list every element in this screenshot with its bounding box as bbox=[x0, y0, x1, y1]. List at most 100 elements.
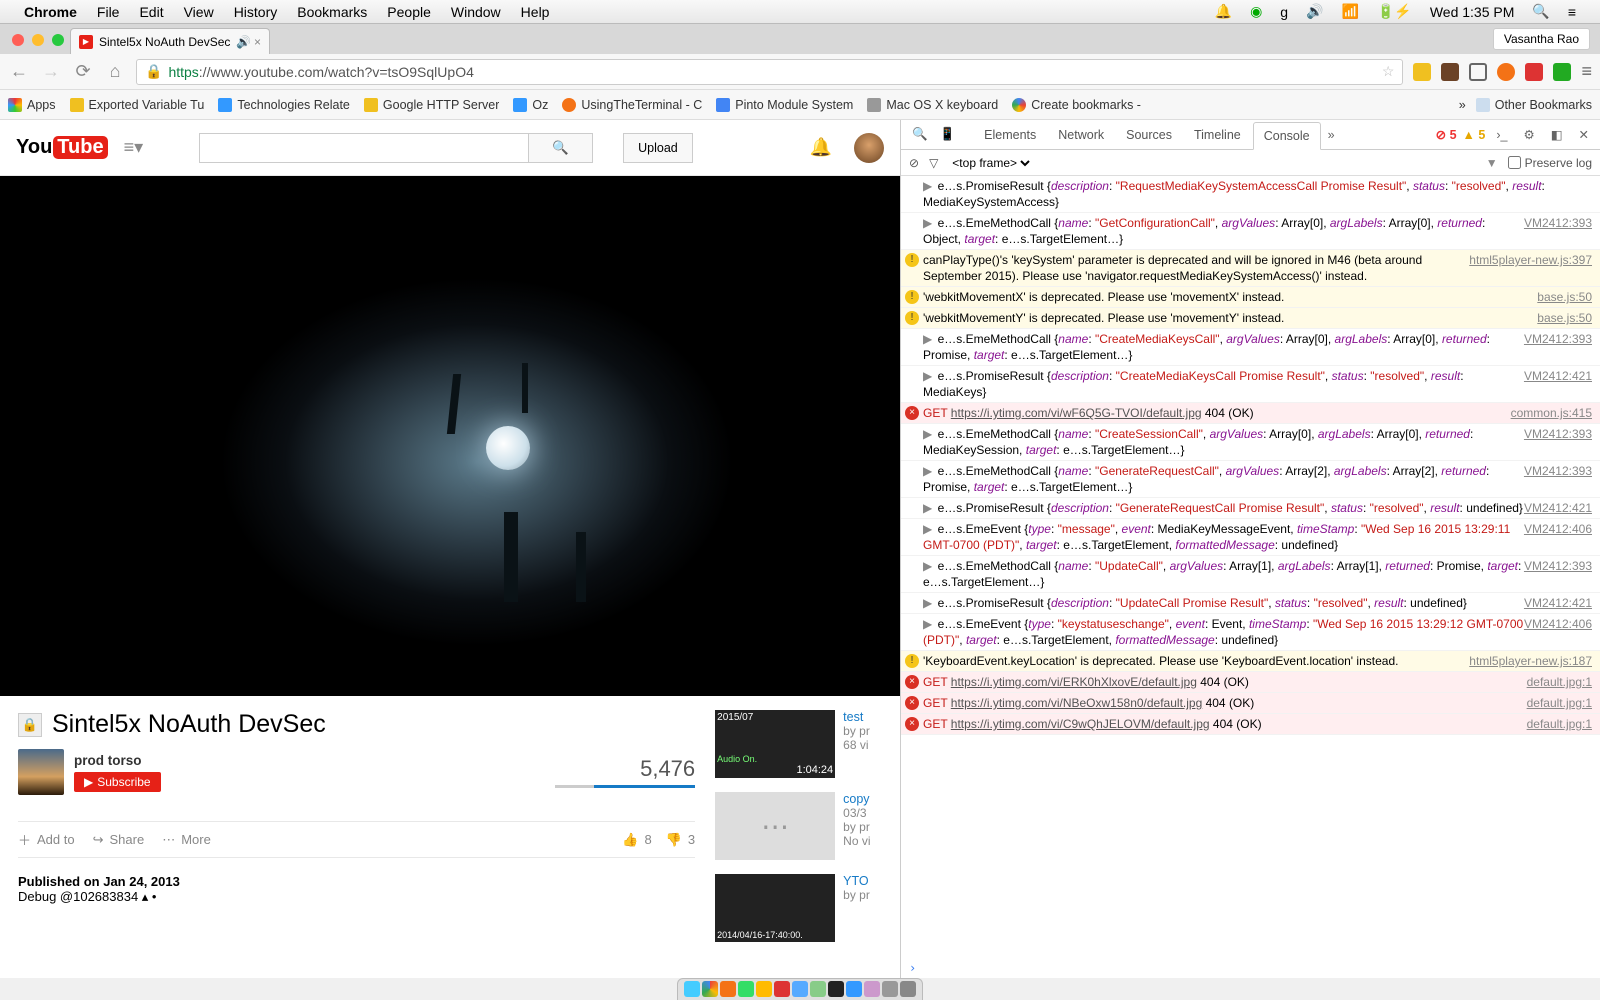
dock-app-icon[interactable] bbox=[684, 981, 700, 997]
console-row[interactable]: !base.js:50'webkitMovementY' is deprecat… bbox=[901, 308, 1600, 329]
console-row[interactable]: !html5player-new.js:397canPlayType()'s '… bbox=[901, 250, 1600, 287]
bookmark-item[interactable]: Exported Variable Tu bbox=[70, 98, 205, 112]
source-link[interactable]: common.js:415 bbox=[1511, 405, 1592, 421]
source-link[interactable]: default.jpg:1 bbox=[1527, 674, 1592, 690]
dock-icon[interactable]: ◧ bbox=[1546, 127, 1568, 142]
reco-item[interactable]: 2015/07 Audio On. 1:04:24 test by pr 68 … bbox=[715, 710, 882, 778]
spotlight-icon[interactable]: 🔍 bbox=[1532, 3, 1549, 20]
macos-dock[interactable] bbox=[0, 978, 1600, 1000]
console-row[interactable]: VM2412:406▶ e…s.EmeEvent {type: "keystat… bbox=[901, 614, 1600, 651]
dock-app-icon[interactable] bbox=[756, 981, 772, 997]
source-link[interactable]: default.jpg:1 bbox=[1527, 716, 1592, 732]
bell-icon[interactable]: 🔔 bbox=[810, 137, 832, 158]
close-devtools-icon[interactable]: ✕ bbox=[1574, 127, 1594, 142]
dock-app-icon[interactable] bbox=[774, 981, 790, 997]
dock-app-icon[interactable] bbox=[864, 981, 880, 997]
filter-icon[interactable]: ▽ bbox=[929, 156, 938, 170]
like-button[interactable]: 👍8 bbox=[622, 832, 651, 848]
guide-icon[interactable]: ≡▾ bbox=[124, 137, 144, 158]
console-row[interactable]: ×default.jpg:1GET https://i.ytimg.com/vi… bbox=[901, 693, 1600, 714]
dock-app-icon[interactable] bbox=[792, 981, 808, 997]
bookmark-item[interactable]: Create bookmarks - bbox=[1012, 98, 1141, 112]
close-window-icon[interactable] bbox=[12, 34, 24, 46]
console-row[interactable]: VM2412:421▶ e…s.PromiseResult {descripti… bbox=[901, 498, 1600, 519]
source-link[interactable]: VM2412:421 bbox=[1524, 500, 1592, 516]
source-link[interactable]: VM2412:393 bbox=[1524, 463, 1592, 479]
dock-app-icon[interactable] bbox=[828, 981, 844, 997]
youtube-logo[interactable]: YouTube bbox=[16, 136, 108, 159]
console-row[interactable]: VM2412:393▶ e…s.EmeMethodCall {name: "Ge… bbox=[901, 461, 1600, 498]
browser-tab[interactable]: ▶ Sintel5x NoAuth DevSec 🔊 × bbox=[70, 28, 270, 54]
video-player[interactable] bbox=[0, 176, 900, 696]
more-button[interactable]: ⋯More bbox=[162, 832, 211, 848]
dock-app-icon[interactable] bbox=[738, 981, 754, 997]
volume-icon[interactable]: 🔊 bbox=[1306, 3, 1323, 20]
omnibox[interactable]: 🔒 https://www.youtube.com/watch?v=tsO9Sq… bbox=[136, 59, 1403, 85]
source-link[interactable]: VM2412:393 bbox=[1524, 426, 1592, 442]
notification-icon[interactable]: 🔔 bbox=[1215, 3, 1232, 20]
tab-elements[interactable]: Elements bbox=[974, 122, 1046, 148]
menu-help[interactable]: Help bbox=[521, 4, 550, 20]
console-row[interactable]: ×default.jpg:1GET https://i.ytimg.com/vi… bbox=[901, 672, 1600, 693]
console-row[interactable]: VM2412:393▶ e…s.EmeMethodCall {name: "Ge… bbox=[901, 213, 1600, 250]
dock-app-icon[interactable] bbox=[702, 981, 718, 997]
console-row[interactable]: VM2412:393▶ e…s.EmeMethodCall {name: "Cr… bbox=[901, 329, 1600, 366]
clear-console-icon[interactable]: ⊘ bbox=[909, 156, 919, 170]
google-icon[interactable]: g bbox=[1280, 4, 1288, 20]
ext-icon[interactable] bbox=[1441, 63, 1459, 81]
ext-icon[interactable] bbox=[1525, 63, 1543, 81]
source-link[interactable]: VM2412:421 bbox=[1524, 368, 1592, 384]
source-link[interactable]: VM2412:393 bbox=[1524, 558, 1592, 574]
maximize-window-icon[interactable] bbox=[52, 34, 64, 46]
app-menu[interactable]: Chrome bbox=[24, 4, 77, 20]
inspect-icon[interactable]: 🔍 bbox=[907, 127, 933, 142]
status-icon[interactable]: ◉ bbox=[1250, 3, 1262, 20]
back-button[interactable]: ← bbox=[8, 61, 30, 82]
console-row[interactable]: VM2412:406▶ e…s.EmeEvent {type: "message… bbox=[901, 519, 1600, 556]
tab-sources[interactable]: Sources bbox=[1116, 122, 1182, 148]
console-row[interactable]: ×common.js:415GET https://i.ytimg.com/vi… bbox=[901, 403, 1600, 424]
menu-window[interactable]: Window bbox=[451, 4, 501, 20]
menu-icon[interactable]: ≡ bbox=[1568, 4, 1576, 20]
source-link[interactable]: base.js:50 bbox=[1537, 310, 1592, 326]
warning-badge[interactable]: ▲ 5 bbox=[1463, 128, 1486, 142]
source-link[interactable]: VM2412:406 bbox=[1524, 521, 1592, 537]
search-button[interactable]: 🔍 bbox=[529, 133, 593, 163]
dock-app-icon[interactable] bbox=[882, 981, 898, 997]
window-controls[interactable] bbox=[8, 34, 70, 54]
console-output[interactable]: ▶ e…s.PromiseResult {description: "Reque… bbox=[901, 176, 1600, 958]
source-link[interactable]: default.jpg:1 bbox=[1527, 695, 1592, 711]
ext-icon[interactable] bbox=[1497, 63, 1515, 81]
subscribe-button[interactable]: ▶ Subscribe bbox=[74, 772, 161, 792]
reco-item[interactable]: 2014/04/16-17:40:00. YTO by pr bbox=[715, 874, 882, 942]
reco-item[interactable]: ⋯ copy 03/3 by pr No vi bbox=[715, 792, 882, 860]
menu-file[interactable]: File bbox=[97, 4, 120, 20]
wifi-icon[interactable]: 📶 bbox=[1342, 3, 1359, 20]
source-link[interactable]: VM2412:406 bbox=[1524, 616, 1592, 632]
battery-icon[interactable]: 🔋⚡ bbox=[1377, 3, 1412, 20]
source-link[interactable]: html5player-new.js:187 bbox=[1469, 653, 1592, 669]
tab-timeline[interactable]: Timeline bbox=[1184, 122, 1251, 148]
console-row[interactable]: VM2412:393▶ e…s.EmeMethodCall {name: "Cr… bbox=[901, 424, 1600, 461]
upload-button[interactable]: Upload bbox=[623, 133, 693, 163]
bookmark-star-icon[interactable]: ☆ bbox=[1382, 63, 1395, 80]
ext-icon[interactable] bbox=[1553, 63, 1571, 81]
home-button[interactable]: ⌂ bbox=[104, 61, 126, 82]
lock-icon[interactable]: 🔒 bbox=[145, 63, 162, 80]
device-icon[interactable]: 📱 bbox=[935, 127, 961, 142]
tab-console[interactable]: Console bbox=[1253, 122, 1321, 150]
apps-button[interactable]: Apps bbox=[8, 98, 56, 112]
menu-view[interactable]: View bbox=[184, 4, 214, 20]
console-row[interactable]: !html5player-new.js:187'KeyboardEvent.ke… bbox=[901, 651, 1600, 672]
channel-name[interactable]: prod torso bbox=[74, 753, 161, 768]
console-prompt[interactable]: › bbox=[901, 958, 1600, 978]
error-badge[interactable]: ⊘ 5 bbox=[1436, 127, 1457, 142]
ext-icon[interactable] bbox=[1413, 63, 1431, 81]
source-link[interactable]: VM2412:393 bbox=[1524, 331, 1592, 347]
chrome-menu-icon[interactable]: ≡ bbox=[1581, 61, 1592, 82]
menu-bookmarks[interactable]: Bookmarks bbox=[297, 4, 367, 20]
share-button[interactable]: ↪Share bbox=[93, 832, 145, 848]
console-row[interactable]: VM2412:393▶ e…s.EmeMethodCall {name: "Up… bbox=[901, 556, 1600, 593]
other-bookmarks[interactable]: Other Bookmarks bbox=[1476, 98, 1592, 112]
clock[interactable]: Wed 1:35 PM bbox=[1430, 4, 1515, 20]
